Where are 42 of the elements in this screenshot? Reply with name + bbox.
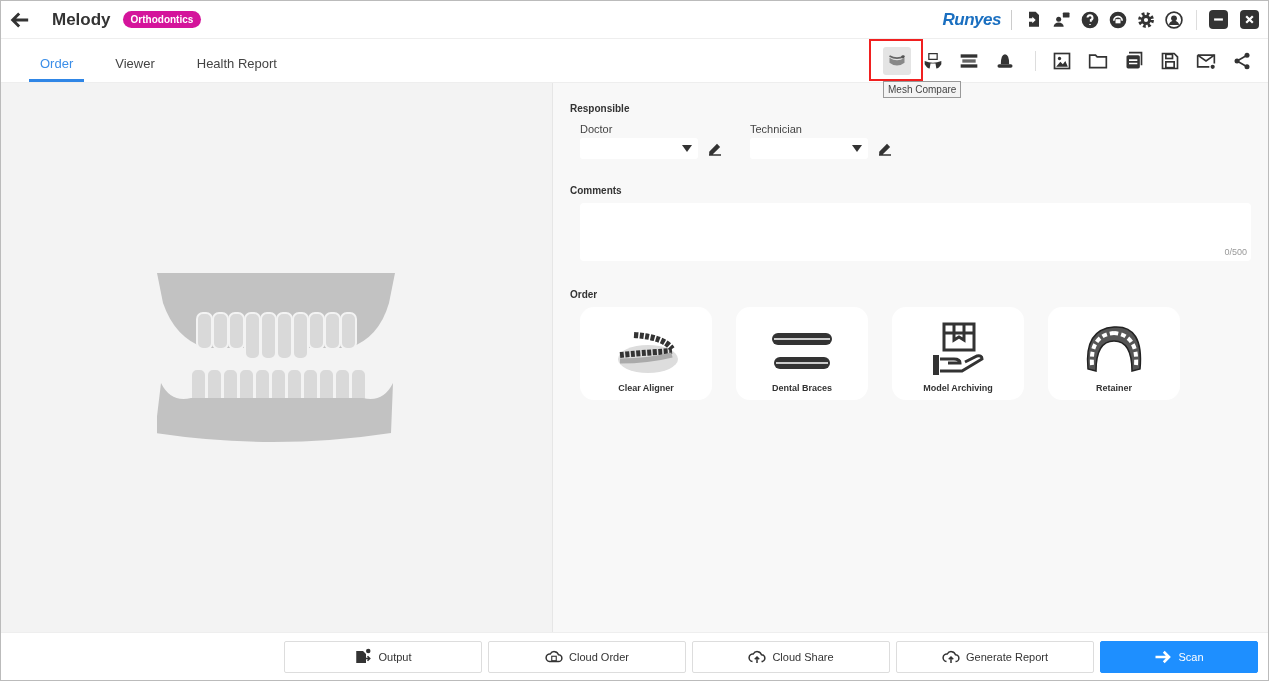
field-label: Technician (750, 123, 803, 135)
close-button[interactable] (1240, 10, 1259, 29)
document-stack-icon[interactable] (1124, 50, 1144, 71)
character-counter: 0/500 (1224, 247, 1247, 257)
settings-icon[interactable] (1136, 9, 1156, 30)
action-button[interactable]: Cloud Order (488, 640, 686, 673)
brand-logo: Runyes (942, 9, 1012, 30)
tab[interactable]: Viewer (104, 56, 166, 82)
dropdown-caret-icon (682, 145, 692, 152)
picture-icon[interactable] (1052, 50, 1072, 71)
patient-name: Melody (52, 9, 111, 30)
hand-holding-box-icon (930, 321, 986, 377)
dropdown-field[interactable] (580, 138, 698, 159)
category-tag: Orthodontics (122, 11, 202, 28)
order-type-card[interactable]: Retainer (1048, 307, 1180, 400)
minimize-button[interactable] (1209, 10, 1228, 29)
save-icon[interactable] (1160, 50, 1180, 71)
tab[interactable]: Health Report (185, 56, 288, 82)
dropdown-caret-icon (852, 145, 862, 152)
tooth-icon (923, 50, 943, 71)
order-type-card[interactable]: Model Archiving (892, 307, 1024, 400)
field-label: Doctor (580, 123, 614, 135)
edit-pencil-icon[interactable] (878, 141, 892, 156)
section-heading: Comments (570, 185, 623, 196)
order-type-card[interactable]: Clear Aligner (580, 307, 712, 400)
share-icon[interactable] (1232, 50, 1252, 71)
section-heading: Order (570, 289, 599, 300)
highlight-frame (869, 38, 923, 81)
action-button[interactable]: Generate Report (896, 640, 1094, 673)
action-button[interactable]: Cloud Share (692, 640, 890, 673)
action-button[interactable]: Output (284, 640, 482, 673)
headset-icon[interactable] (1108, 9, 1128, 30)
close-icon (1244, 14, 1255, 25)
dropdown-field[interactable] (750, 138, 868, 159)
edit-pencil-icon[interactable] (708, 141, 722, 156)
help-icon[interactable] (1080, 9, 1100, 30)
back-arrow-icon[interactable] (10, 10, 30, 29)
tooltip: Mesh Compare (883, 80, 962, 98)
account-icon[interactable] (1164, 9, 1184, 30)
section-heading: Responsible (570, 103, 631, 114)
order-type-card[interactable]: Dental Braces (736, 307, 868, 400)
export-icon (354, 647, 373, 666)
